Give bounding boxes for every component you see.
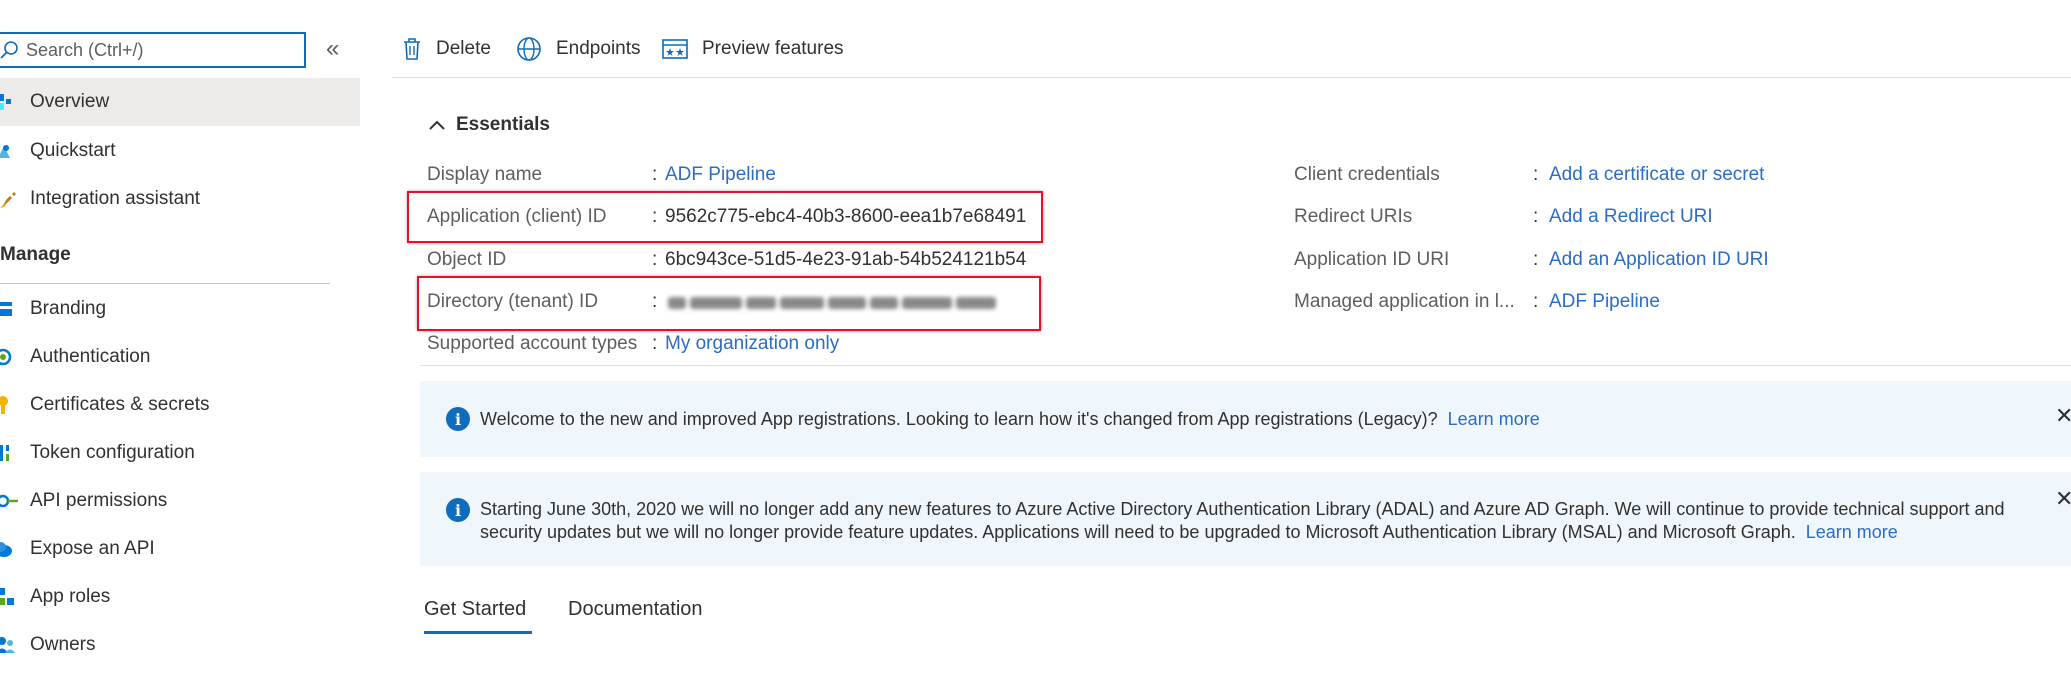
colon: : <box>1533 206 1539 227</box>
quickstart-icon <box>0 140 22 162</box>
object-id-value: 6bc943ce-51d5-4e23-91ab-54b524121b54 <box>665 249 1027 270</box>
sidebar-item-label: Owners <box>30 634 96 655</box>
tab-get-started[interactable]: Get Started <box>424 598 526 621</box>
sidebar-item-label: Certificates & secrets <box>30 394 210 415</box>
banner-text: Welcome to the new and improved App regi… <box>480 408 1540 431</box>
info-icon: i <box>446 407 470 431</box>
managed-application-label: Managed application in l... <box>1294 291 1515 312</box>
sidebar-item-label: Integration assistant <box>30 188 201 209</box>
sidebar-item-branding[interactable]: Branding <box>0 285 360 333</box>
preview-features-label: Preview features <box>702 38 844 59</box>
essentials-title: Essentials <box>456 114 550 135</box>
info-icon: i <box>446 498 470 522</box>
essentials-toggle[interactable]: Essentials <box>428 114 550 136</box>
colon: : <box>652 164 658 185</box>
owners-icon <box>0 634 22 656</box>
colon: : <box>652 333 658 354</box>
app-roles-icon <box>0 586 22 608</box>
application-id-uri-label: Application ID URI <box>1294 249 1450 270</box>
display-name-link[interactable]: ADF Pipeline <box>665 164 776 186</box>
add-application-id-uri-link[interactable]: Add an Application ID URI <box>1549 249 1769 271</box>
sidebar-item-app-roles[interactable]: App roles <box>0 573 360 621</box>
delete-button[interactable]: Delete <box>402 34 491 64</box>
colon: : <box>1533 291 1539 312</box>
globe-icon <box>517 37 541 61</box>
sidebar-item-integration-assistant[interactable]: Integration assistant <box>0 175 360 223</box>
display-name-label: Display name <box>427 164 543 185</box>
endpoints-label: Endpoints <box>556 38 641 59</box>
learn-more-link[interactable]: Learn more <box>1448 409 1540 429</box>
sidebar-item-label: App roles <box>30 586 111 607</box>
token-icon <box>0 442 22 464</box>
api-permissions-icon <box>0 490 22 512</box>
sidebar-item-label: Quickstart <box>30 140 116 161</box>
tab-documentation[interactable]: Documentation <box>568 598 703 621</box>
highlight-client-id <box>407 191 1043 243</box>
client-credentials-label: Client credentials <box>1294 164 1440 185</box>
key-icon <box>0 394 22 416</box>
sidebar-item-label: Authentication <box>30 346 151 367</box>
colon: : <box>652 249 658 270</box>
managed-application-link[interactable]: ADF Pipeline <box>1549 291 1660 313</box>
section-divider <box>0 283 330 284</box>
sidebar-item-label: API permissions <box>30 490 168 511</box>
branding-icon <box>0 298 22 320</box>
sidebar-item-quickstart[interactable]: Quickstart <box>0 127 360 175</box>
sidebar-item-overview[interactable]: Overview <box>0 78 360 126</box>
active-tab-indicator <box>424 631 532 634</box>
sidebar-item-label: Branding <box>30 298 107 319</box>
colon: : <box>1533 249 1539 270</box>
banner-text: Starting June 30th, 2020 we will no long… <box>480 498 2040 544</box>
search-icon <box>0 40 20 60</box>
sidebar-item-label: Overview <box>30 91 110 112</box>
add-redirect-uri-link[interactable]: Add a Redirect URI <box>1549 206 1713 228</box>
info-banner-adal: i Starting June 30th, 2020 we will no lo… <box>420 472 2071 566</box>
info-banner-welcome: i Welcome to the new and improved App re… <box>420 381 2071 457</box>
banner-message: Welcome to the new and improved App regi… <box>480 409 1438 429</box>
search-box[interactable] <box>0 32 306 68</box>
overview-icon <box>0 91 22 113</box>
sidebar-item-authentication[interactable]: Authentication <box>0 333 360 381</box>
command-bar <box>392 0 2071 78</box>
trash-icon <box>404 38 420 60</box>
supported-account-types-link[interactable]: My organization only <box>665 333 839 355</box>
sidebar: « Overview Quickstart Integration assist… <box>0 0 362 677</box>
highlight-tenant-id <box>417 276 1041 331</box>
rocket-icon <box>0 188 22 210</box>
sidebar-item-expose-an-api[interactable]: Expose an API <box>0 525 360 573</box>
search-input[interactable] <box>26 39 296 61</box>
sidebar-item-api-permissions[interactable]: API permissions <box>0 477 360 525</box>
close-banner-button[interactable]: ✕ <box>2055 403 2071 429</box>
preview-features-icon <box>662 39 688 59</box>
chevron-up-icon <box>429 120 445 130</box>
add-certificate-link[interactable]: Add a certificate or secret <box>1549 164 1764 186</box>
essentials-divider <box>420 365 2071 366</box>
sidebar-item-owners[interactable]: Owners <box>0 621 360 669</box>
manage-section-header: Manage <box>0 244 71 265</box>
learn-more-link[interactable]: Learn more <box>1806 522 1898 542</box>
banner-message: Starting June 30th, 2020 we will no long… <box>480 499 2005 542</box>
object-id-label: Object ID <box>427 249 507 270</box>
authentication-icon <box>0 346 22 368</box>
preview-features-button[interactable]: Preview features <box>662 34 844 64</box>
sidebar-item-label: Expose an API <box>30 538 155 559</box>
colon: : <box>1533 164 1539 185</box>
close-banner-button[interactable]: ✕ <box>2055 486 2071 512</box>
sidebar-item-token-configuration[interactable]: Token configuration <box>0 429 360 477</box>
supported-account-types-label: Supported account types <box>427 333 638 354</box>
sidebar-item-label: Token configuration <box>30 442 195 463</box>
collapse-sidebar-button[interactable]: « <box>326 36 339 62</box>
sidebar-item-certificates-secrets[interactable]: Certificates & secrets <box>0 381 360 429</box>
cloud-icon <box>0 538 22 560</box>
delete-label: Delete <box>436 38 491 59</box>
redirect-uris-label: Redirect URIs <box>1294 206 1413 227</box>
endpoints-button[interactable]: Endpoints <box>516 34 641 64</box>
